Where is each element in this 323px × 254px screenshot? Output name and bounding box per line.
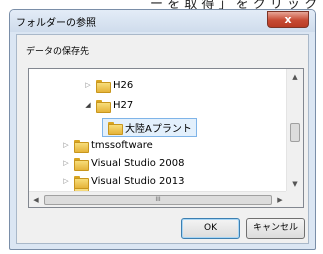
tree-item-h27[interactable]: ◢ H27: [83, 97, 133, 113]
tree-item-label: H26: [113, 79, 134, 91]
folder-tree[interactable]: ▷ H26 ◢ H27 大陸Aプラント ▷ tmssoftware ▷ Visu…: [28, 68, 304, 208]
scroll-up-icon[interactable]: ▲: [287, 69, 303, 85]
tree-item-label: Visual Studio 2013: [91, 175, 185, 187]
folder-icon: [108, 121, 123, 135]
folder-icon: [74, 139, 89, 153]
tree-item-vs2013[interactable]: ▷ Visual Studio 2013: [61, 173, 185, 189]
expand-arrow-icon[interactable]: ▷: [61, 159, 71, 167]
description-label: データの保存先: [26, 47, 90, 57]
expand-arrow-icon[interactable]: ▷: [61, 177, 71, 185]
folder-icon: [96, 99, 111, 113]
folder-icon: [74, 175, 89, 189]
tree-item-label: H27: [113, 99, 134, 111]
folder-browse-dialog: フォルダーの参照 x データの保存先 ▷ H26 ◢ H27 大陸Aプラント ▷…: [9, 9, 316, 250]
tree-item-selected[interactable]: 大陸Aプラント: [102, 117, 197, 137]
tree-item-label: 大陸Aプラント: [125, 123, 192, 135]
tree-item-h26[interactable]: ▷ H26: [83, 77, 133, 93]
scroll-right-icon[interactable]: ▶: [273, 192, 287, 207]
ok-button[interactable]: OK: [181, 218, 240, 239]
cancel-button[interactable]: キャンセル: [246, 218, 305, 239]
dialog-body: データの保存先 ▷ H26 ◢ H27 大陸Aプラント ▷ tmssoftwar…: [16, 34, 309, 244]
folder-icon: [96, 79, 111, 93]
close-button[interactable]: x: [267, 11, 309, 28]
vertical-scrollbar[interactable]: ▲ ▼: [286, 69, 303, 192]
collapse-arrow-icon[interactable]: ◢: [83, 101, 93, 109]
tree-item-tmssoftware[interactable]: ▷ tmssoftware: [61, 137, 153, 153]
expand-arrow-icon[interactable]: ▷: [83, 81, 93, 89]
horizontal-scroll-thumb[interactable]: III: [44, 195, 272, 205]
horizontal-scrollbar[interactable]: ◀ III ▶: [29, 191, 287, 207]
caption-strip: ー を 取 得 」 を ク リ ッ ク: [0, 0, 323, 12]
scroll-left-icon[interactable]: ◀: [29, 192, 43, 207]
scroll-corner: [286, 191, 303, 207]
title-bar: フォルダーの参照 x: [10, 10, 315, 32]
folder-icon: [74, 157, 89, 171]
tree-item-label: tmssoftware: [91, 139, 153, 151]
selection-highlight: 大陸Aプラント: [102, 117, 197, 137]
dialog-title: フォルダーの参照: [16, 18, 96, 29]
tree-item-label: Visual Studio 2008: [91, 157, 185, 169]
scroll-down-icon[interactable]: ▼: [287, 176, 303, 192]
tree-item-vs2008[interactable]: ▷ Visual Studio 2008: [61, 155, 185, 171]
vertical-scroll-thumb[interactable]: [290, 123, 300, 142]
expand-arrow-icon[interactable]: ▷: [61, 141, 71, 149]
